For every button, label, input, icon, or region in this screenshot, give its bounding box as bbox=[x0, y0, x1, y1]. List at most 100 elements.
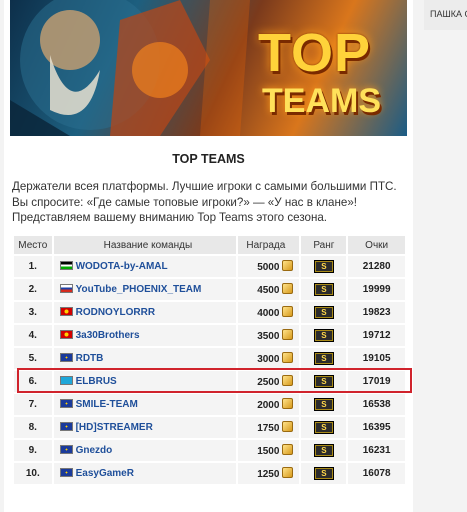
prize-value: 5000 bbox=[257, 262, 280, 273]
rank-cell: S bbox=[301, 348, 347, 369]
prize-value: 1500 bbox=[257, 446, 280, 457]
sidebar-snippet[interactable]: ПАШКА С bbox=[424, 0, 467, 30]
prize-value: 3500 bbox=[257, 331, 280, 342]
team-link[interactable]: [HD]STREAMER bbox=[76, 422, 153, 433]
gold-coins-icon bbox=[282, 352, 294, 363]
prize-cell: 2500 bbox=[238, 371, 300, 392]
team-link[interactable]: SMILE-TEAM bbox=[76, 399, 138, 410]
prize-cell: 5000 bbox=[238, 256, 300, 277]
prize-cell: 3500 bbox=[238, 325, 300, 346]
country-flag-icon bbox=[59, 399, 73, 408]
table-row: 3. RODNOYLORRR 4000 S 19823 bbox=[14, 302, 405, 323]
place-cell: 6. bbox=[14, 371, 52, 392]
team-cell: Gnezdo bbox=[53, 440, 237, 461]
gold-coins-icon bbox=[282, 444, 294, 455]
table-row: 4. 3a30Brothers 3500 S 19712 bbox=[14, 325, 405, 346]
points-cell: 16078 bbox=[348, 463, 405, 484]
gold-coins-icon bbox=[282, 398, 294, 409]
prize-value: 1250 bbox=[257, 469, 280, 480]
sidebar-snippet-text[interactable]: ПАШКА С bbox=[430, 9, 467, 19]
table-row: 10. EasyGameR 1250 S 16078 bbox=[14, 463, 405, 484]
header-points: Очки bbox=[348, 236, 405, 254]
team-link[interactable]: 3a30Brothers bbox=[76, 330, 140, 341]
place-cell: 4. bbox=[14, 325, 52, 346]
table-header-row: Место Название команды Награда Ранг Очки bbox=[14, 236, 405, 254]
prize-cell: 3000 bbox=[238, 348, 300, 369]
rank-cell: S bbox=[301, 256, 347, 277]
place-cell: 3. bbox=[14, 302, 52, 323]
team-link[interactable]: EasyGameR bbox=[76, 468, 134, 479]
country-flag-icon bbox=[59, 284, 73, 293]
team-link[interactable]: RDTB bbox=[76, 353, 104, 364]
gold-coins-icon bbox=[282, 283, 294, 294]
team-cell: SMILE-TEAM bbox=[53, 394, 237, 415]
rank-badge-icon: S bbox=[313, 398, 334, 411]
prize-value: 3000 bbox=[257, 354, 280, 365]
rank-badge-icon: S bbox=[313, 329, 334, 342]
rank-cell: S bbox=[301, 394, 347, 415]
team-cell: 3a30Brothers bbox=[53, 325, 237, 346]
place-cell: 9. bbox=[14, 440, 52, 461]
country-flag-icon bbox=[59, 330, 73, 339]
team-link[interactable]: ELBRUS bbox=[76, 376, 117, 387]
table-row: 2. YouTube_PHOENIX_TEAM 4500 S 19999 bbox=[14, 279, 405, 300]
rank-badge-icon: S bbox=[313, 444, 334, 457]
gold-coins-icon bbox=[282, 260, 294, 271]
table-row: 8. [HD]STREAMER 1750 S 16395 bbox=[14, 417, 405, 438]
rank-cell: S bbox=[301, 302, 347, 323]
rank-badge-icon: S bbox=[313, 421, 334, 434]
gold-coins-icon bbox=[282, 375, 294, 386]
rank-badge-icon: S bbox=[313, 283, 334, 296]
gold-coins-icon bbox=[282, 329, 294, 340]
points-cell: 16395 bbox=[348, 417, 405, 438]
place-cell: 10. bbox=[14, 463, 52, 484]
prize-cell: 2000 bbox=[238, 394, 300, 415]
country-flag-icon bbox=[59, 422, 73, 431]
team-cell: [HD]STREAMER bbox=[53, 417, 237, 438]
prize-cell: 4500 bbox=[238, 279, 300, 300]
rank-badge-icon: S bbox=[313, 306, 334, 319]
rank-badge-icon: S bbox=[313, 352, 334, 365]
prize-value: 4000 bbox=[257, 308, 280, 319]
place-cell: 2. bbox=[14, 279, 52, 300]
points-cell: 17019 bbox=[348, 371, 405, 392]
prize-value: 2500 bbox=[257, 377, 280, 388]
gold-coins-icon bbox=[282, 467, 294, 478]
points-cell: 19105 bbox=[348, 348, 405, 369]
gold-coins-icon bbox=[282, 306, 294, 317]
top-teams-banner: TOP TEAMS bbox=[10, 0, 407, 136]
points-cell: 19823 bbox=[348, 302, 405, 323]
place-cell: 1. bbox=[14, 256, 52, 277]
gold-coins-icon bbox=[282, 421, 294, 432]
header-rank: Ранг bbox=[301, 236, 347, 254]
team-link[interactable]: Gnezdo bbox=[76, 445, 113, 456]
header-team-name: Название команды bbox=[53, 236, 237, 254]
table-row: 5. RDTB 3000 S 19105 bbox=[14, 348, 405, 369]
points-cell: 16231 bbox=[348, 440, 405, 461]
team-link[interactable]: YouTube_PHOENIX_TEAM bbox=[76, 284, 202, 295]
rank-cell: S bbox=[301, 279, 347, 300]
table-row: 6. ELBRUS 2500 S 17019 bbox=[14, 371, 405, 392]
banner-title-top: TOP bbox=[258, 23, 372, 83]
team-cell: EasyGameR bbox=[53, 463, 237, 484]
team-link[interactable]: RODNOYLORRR bbox=[76, 307, 155, 318]
description-text: Держатели всея платформы. Лучшие игроки … bbox=[12, 180, 397, 224]
country-flag-icon bbox=[59, 376, 73, 385]
place-cell: 7. bbox=[14, 394, 52, 415]
team-link[interactable]: WODOTA-by-AMAL bbox=[76, 261, 168, 272]
country-flag-icon bbox=[59, 307, 73, 316]
top-teams-table: Место Название команды Награда Ранг Очки… bbox=[12, 234, 407, 486]
country-flag-icon bbox=[59, 445, 73, 454]
prize-cell: 1750 bbox=[238, 417, 300, 438]
team-cell: YouTube_PHOENIX_TEAM bbox=[53, 279, 237, 300]
table-row: 9. Gnezdo 1500 S 16231 bbox=[14, 440, 405, 461]
header-place: Место bbox=[14, 236, 52, 254]
country-flag-icon bbox=[59, 353, 73, 362]
points-cell: 16538 bbox=[348, 394, 405, 415]
rank-badge-icon: S bbox=[313, 260, 334, 273]
team-cell: ELBRUS bbox=[53, 371, 237, 392]
place-cell: 8. bbox=[14, 417, 52, 438]
prize-value: 2000 bbox=[257, 400, 280, 411]
table-row: 7. SMILE-TEAM 2000 S 16538 bbox=[14, 394, 405, 415]
country-flag-icon bbox=[59, 468, 73, 477]
